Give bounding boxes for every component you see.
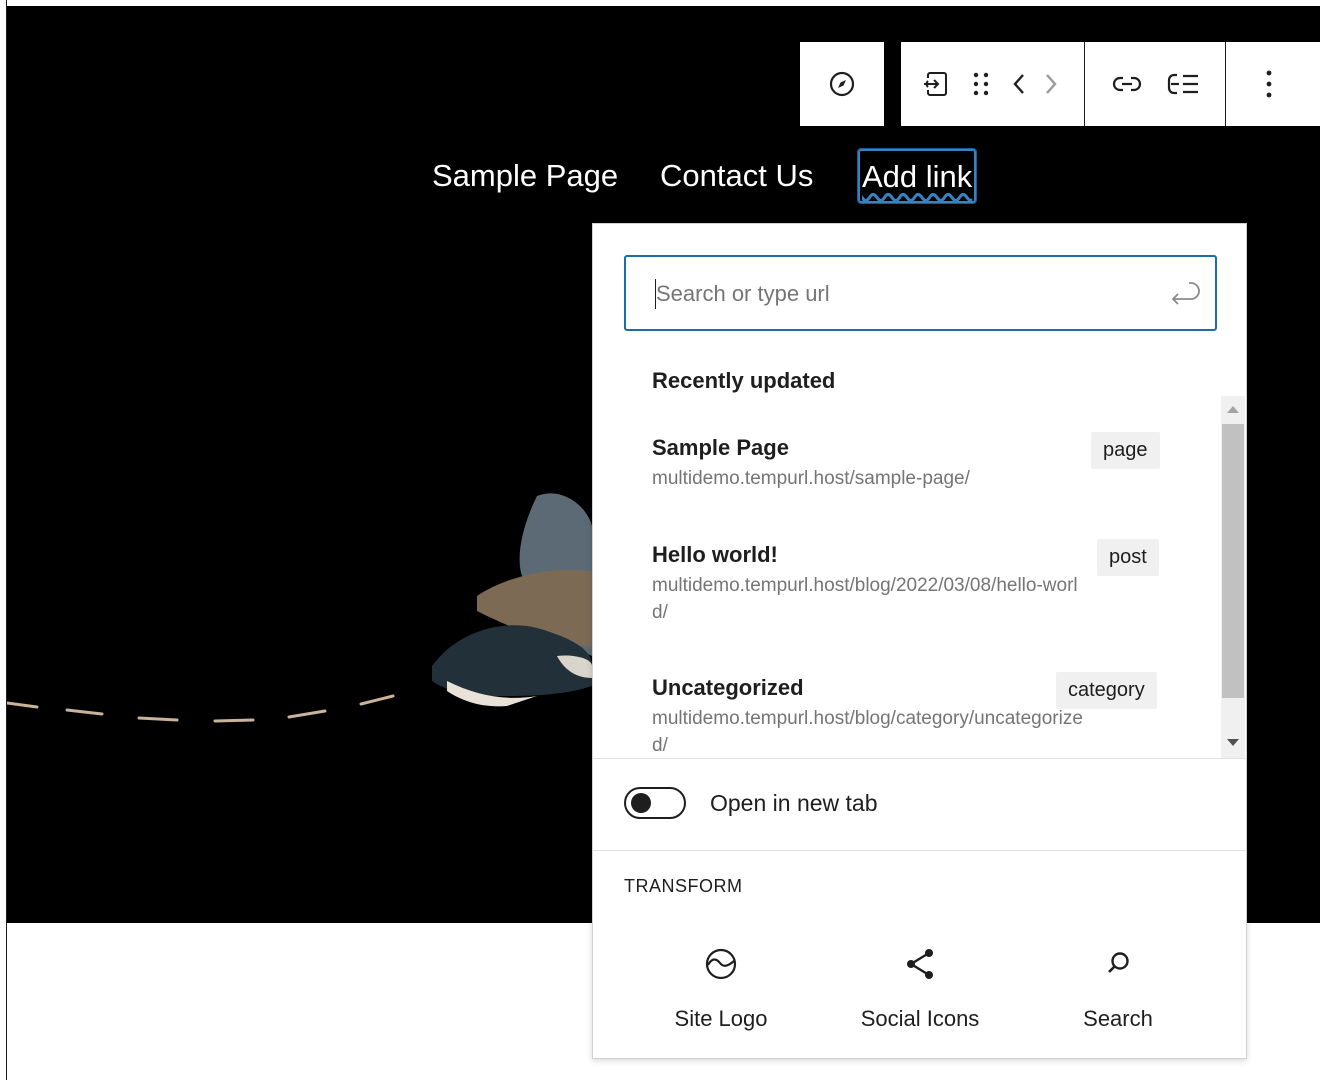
nav-item-add-link[interactable]: Add link: [856, 148, 978, 204]
result-url: multidemo.tempurl.host/blog/category/unc…: [652, 708, 1083, 756]
result-type-badge: post: [1097, 539, 1159, 576]
link-search-box[interactable]: [624, 255, 1217, 331]
result-type-badge: category: [1056, 672, 1157, 709]
block-toolbar-parent-group: [800, 42, 884, 126]
nav-item-contact-us[interactable]: Contact Us: [660, 156, 813, 196]
scrollbar-thumb[interactable]: [1222, 424, 1244, 698]
left-frame: [0, 0, 7, 1080]
scroll-up-arrow-icon[interactable]: [1227, 406, 1239, 413]
site-logo-icon: [636, 940, 806, 988]
result-url: multidemo.tempurl.host/sample-page/: [652, 468, 970, 489]
drag-handle-icon[interactable]: [959, 60, 1003, 108]
enter-icon[interactable]: [1167, 279, 1201, 316]
transform-heading: TRANSFORM: [624, 876, 743, 896]
result-type-badge: page: [1091, 432, 1160, 469]
results-scrollbar[interactable]: [1221, 396, 1245, 758]
transform-label: Search: [1083, 1006, 1153, 1031]
block-toolbar-main-group: [901, 42, 1320, 126]
open-in-new-tab-toggle[interactable]: [624, 787, 686, 819]
divider: [593, 758, 1246, 759]
share-icon: [835, 940, 1005, 988]
search-result-item[interactable]: Hello world! multidemo.tempurl.host/blog…: [652, 541, 1172, 626]
nav-item-sample-page[interactable]: Sample Page: [432, 156, 618, 196]
more-options-icon[interactable]: [1226, 60, 1312, 108]
add-submenu-icon[interactable]: [1159, 60, 1207, 108]
scroll-down-arrow-icon[interactable]: [1227, 739, 1239, 746]
open-in-new-tab-label[interactable]: Open in new tab: [710, 790, 878, 817]
move-left-icon[interactable]: [1003, 60, 1035, 108]
transform-label: Social Icons: [860, 1006, 980, 1031]
recently-updated-heading: Recently updated: [652, 368, 836, 393]
link-search-input[interactable]: [656, 277, 1136, 311]
divider: [593, 850, 1246, 851]
link-control-popover: Recently updated Sample Page multidemo.t…: [592, 223, 1247, 1059]
toolbar-separator: [1084, 42, 1085, 126]
text-caret: [655, 279, 656, 309]
link-icon[interactable]: [1103, 60, 1151, 108]
search-icon: [1033, 940, 1203, 988]
submenu-icon[interactable]: [911, 60, 959, 108]
transform-social-icons-button[interactable]: Social Icons: [835, 940, 1005, 1032]
transform-search-button[interactable]: Search: [1033, 940, 1203, 1032]
transform-label: Site Logo: [674, 1006, 768, 1031]
toggle-knob: [631, 793, 651, 813]
search-results-list: Sample Page multidemo.tempurl.host/sampl…: [593, 396, 1246, 758]
transform-site-logo-button[interactable]: Site Logo: [636, 940, 806, 1032]
result-title: Hello world!: [652, 542, 778, 567]
compass-icon[interactable]: [818, 60, 866, 108]
result-url: multidemo.tempurl.host/blog/2022/03/08/h…: [652, 575, 1078, 623]
move-right-icon[interactable]: [1035, 60, 1067, 108]
